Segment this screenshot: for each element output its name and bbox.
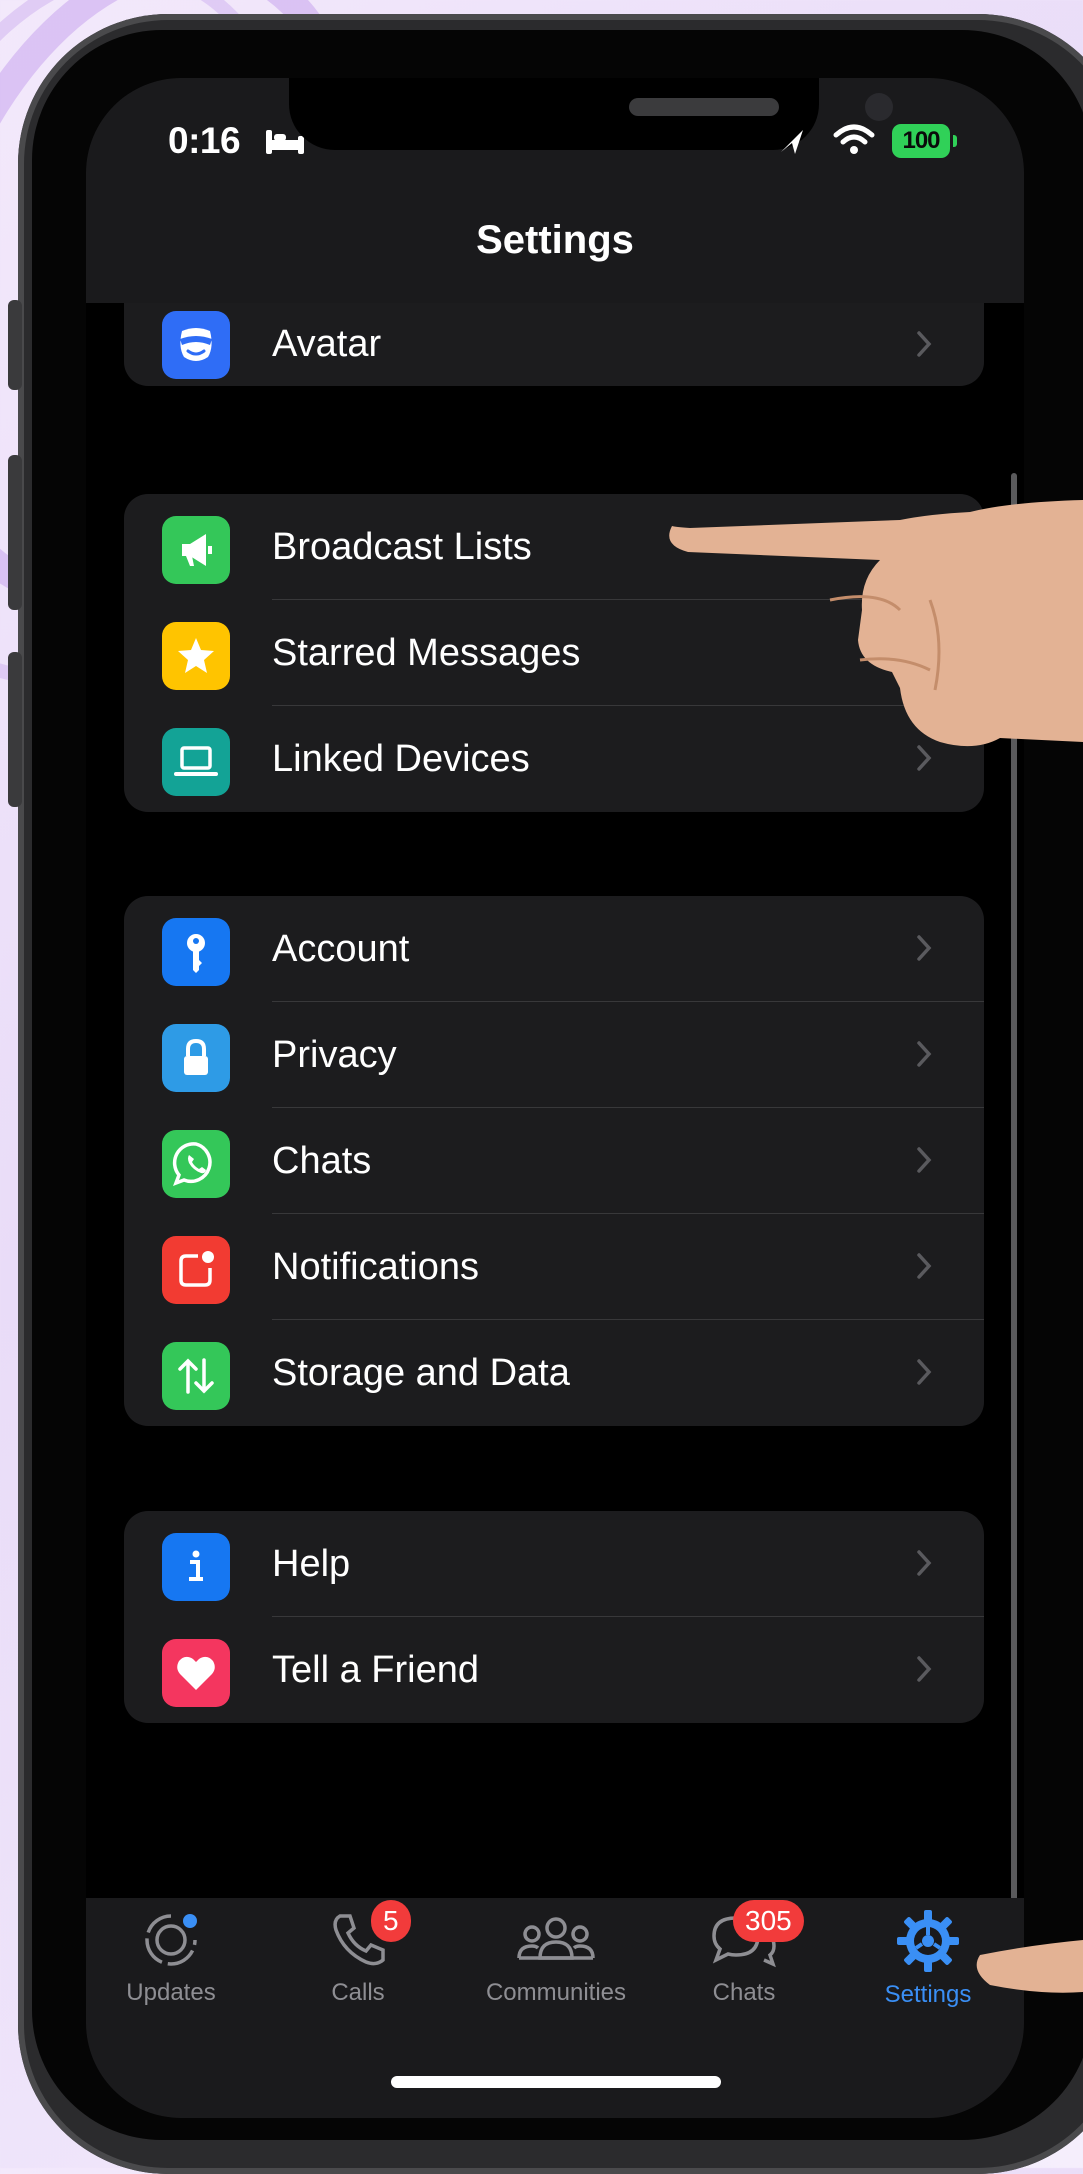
arrows-updown-icon [162, 1342, 230, 1410]
star-icon [162, 622, 230, 690]
tab-label: Chats [712, 1979, 776, 2006]
tab-updates[interactable]: Updates [86, 1908, 256, 2007]
settings-row-notifications[interactable]: Notifications [124, 1214, 984, 1320]
chevron-right-icon [914, 1038, 934, 1075]
heart-icon [162, 1639, 230, 1707]
settings-group-support: Help Tell a Friend [124, 1511, 984, 1723]
calls-badge: 5 [371, 1900, 411, 1942]
tab-label: Calls [331, 1979, 385, 2006]
settings-row-avatar[interactable]: Avatar [124, 303, 984, 386]
whatsapp-icon [162, 1130, 230, 1198]
volume-down-button [8, 652, 22, 807]
settings-row-label: Tell a Friend [272, 1649, 479, 1691]
home-indicator[interactable] [391, 2076, 721, 2088]
settings-row-label: Help [272, 1543, 351, 1585]
tab-chats[interactable]: 305 Chats [659, 1900, 829, 2007]
settings-row-storage-and-data[interactable]: Storage and Data [124, 1320, 984, 1426]
settings-row-label: Account [272, 928, 410, 970]
chevron-right-icon [914, 742, 934, 779]
chevron-right-icon [914, 932, 934, 969]
chevron-right-icon [914, 1144, 934, 1181]
phone-screen: 0:16 100 Settings Avatar Broadcast Lists… [86, 78, 1024, 2118]
lock-icon [162, 1024, 230, 1092]
phone-icon [326, 1914, 390, 1976]
battery-tip [953, 135, 957, 147]
page-title: Settings [476, 218, 634, 262]
tab-label: Settings [884, 1981, 972, 2008]
wifi-icon [832, 123, 876, 162]
camera [865, 93, 893, 121]
settings-gear-icon [895, 1910, 961, 1978]
settings-row-chats[interactable]: Chats [124, 1108, 984, 1214]
tab-calls[interactable]: 5 Calls [273, 1900, 443, 2007]
chevron-right-icon [914, 530, 934, 567]
settings-row-label: Chats [272, 1140, 372, 1182]
battery-indicator: 100 [892, 124, 950, 158]
chevron-right-icon [914, 1356, 934, 1393]
settings-row-label: Storage and Data [272, 1352, 570, 1394]
settings-row-label: Avatar [272, 323, 382, 365]
notch [289, 78, 893, 150]
settings-row-label: Privacy [272, 1034, 397, 1076]
settings-row-tell-a-friend[interactable]: Tell a Friend [124, 1617, 984, 1723]
settings-group-main: Account Privacy Chats Notifications Stor… [124, 896, 984, 1426]
chevron-right-icon [914, 1547, 934, 1584]
laptop-icon [162, 728, 230, 796]
settings-row-help[interactable]: Help [124, 1511, 984, 1617]
tab-settings[interactable]: Settings [843, 1908, 1013, 2009]
chevron-right-icon [914, 1250, 934, 1287]
key-icon [162, 918, 230, 986]
chats-badge: 305 [733, 1900, 804, 1942]
chevron-right-icon [914, 328, 934, 365]
tab-label: Updates [126, 1979, 216, 2006]
settings-row-broadcast-lists[interactable]: Broadcast Lists [124, 494, 984, 600]
settings-row-label: Starred Messages [272, 632, 581, 674]
volume-up-button [8, 455, 22, 610]
settings-row-account[interactable]: Account [124, 896, 984, 1002]
settings-row-starred-messages[interactable]: Starred Messages [124, 600, 984, 706]
mute-switch [8, 300, 22, 390]
settings-row-label: Notifications [272, 1246, 479, 1288]
settings-group-tools: Broadcast Lists Starred Messages Linked … [124, 494, 984, 812]
status-time: 0:16 [168, 120, 241, 161]
settings-row-label: Broadcast Lists [272, 526, 532, 568]
location-arrow-icon [779, 126, 805, 161]
megaphone-icon [162, 516, 230, 584]
chevron-right-icon [914, 1653, 934, 1690]
chevron-right-icon [914, 636, 934, 673]
avatar-icon [162, 311, 230, 379]
tab-communities[interactable]: Communities [471, 1908, 641, 2007]
communities-icon [514, 1917, 598, 1976]
settings-row-linked-devices[interactable]: Linked Devices [124, 706, 984, 812]
settings-group-avatar: Avatar [124, 303, 984, 386]
speaker [629, 98, 779, 116]
updates-icon [139, 1914, 203, 1976]
notification-icon [162, 1236, 230, 1304]
chat-bubbles-icon [706, 1916, 782, 1976]
settings-row-privacy[interactable]: Privacy [124, 1002, 984, 1108]
info-icon [162, 1533, 230, 1601]
tab-label: Communities [485, 1979, 627, 2006]
settings-row-label: Linked Devices [272, 738, 530, 780]
scrollbar[interactable] [1011, 473, 1017, 1918]
